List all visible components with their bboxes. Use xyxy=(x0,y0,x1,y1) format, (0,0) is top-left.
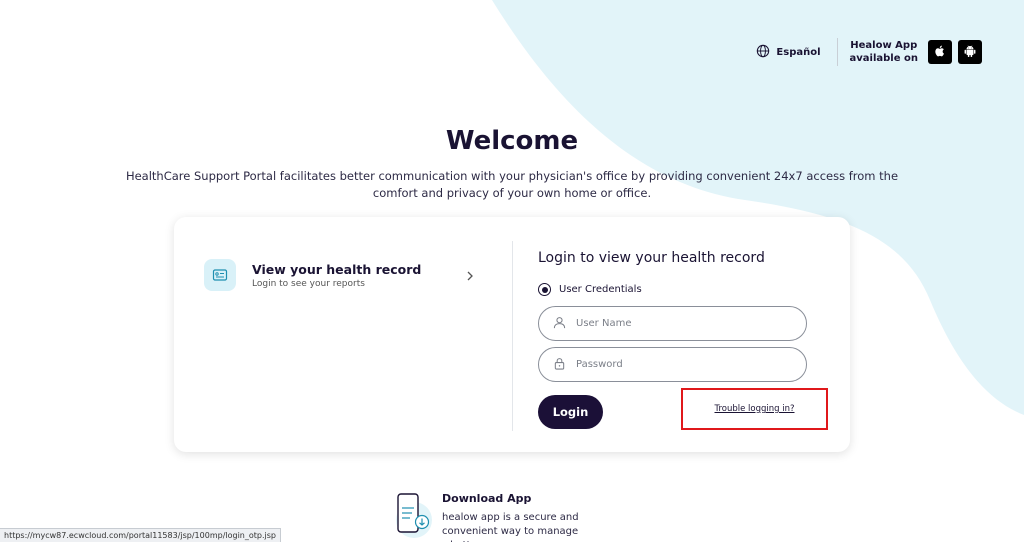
health-record-icon xyxy=(204,259,236,291)
language-label: Español xyxy=(776,46,821,58)
card-divider xyxy=(512,241,513,431)
android-icon xyxy=(963,43,977,62)
android-store-button[interactable] xyxy=(958,40,982,64)
language-switch[interactable]: Español xyxy=(756,38,838,66)
login-card: View your health record Login to see you… xyxy=(174,217,850,452)
intro-text: HealthCare Support Portal facilitates be… xyxy=(125,169,899,200)
download-app-section: Download App healow app is a secure and … xyxy=(388,492,612,542)
username-input[interactable] xyxy=(576,318,786,329)
app-line-1: Healow App xyxy=(850,40,918,51)
lock-icon xyxy=(553,355,566,374)
health-record-subtitle: Login to see your reports xyxy=(252,278,365,289)
radio-label: User Credentials xyxy=(559,284,642,295)
phone-download-icon xyxy=(388,492,434,542)
user-icon xyxy=(553,314,566,333)
header-utilities: Español Healow App available on xyxy=(756,38,982,66)
download-description: healow app is a secure and convenient wa… xyxy=(442,512,579,542)
apple-store-button[interactable] xyxy=(928,40,952,64)
health-record-title: View your health record xyxy=(252,261,422,277)
radio-selected-icon xyxy=(538,283,551,296)
download-title: Download App xyxy=(442,492,532,505)
password-field[interactable] xyxy=(538,347,807,382)
apple-icon xyxy=(933,43,947,62)
app-line-2: available on xyxy=(849,53,918,64)
username-field[interactable] xyxy=(538,306,807,341)
status-bar-url: https://mycw87.ecwcloud.com/portal11583/… xyxy=(0,528,281,542)
login-title: Login to view your health record xyxy=(538,250,765,266)
password-input[interactable] xyxy=(576,359,786,370)
globe-icon xyxy=(756,44,770,61)
user-credentials-radio[interactable]: User Credentials xyxy=(538,283,642,296)
chevron-right-icon xyxy=(464,267,476,281)
view-health-record-option[interactable]: View your health record Login to see you… xyxy=(204,257,476,293)
healow-app-label: Healow App available on xyxy=(850,39,918,65)
page-title: Welcome xyxy=(445,126,579,156)
trouble-highlight-box: Trouble logging in? xyxy=(681,388,828,430)
login-button[interactable]: Login xyxy=(538,395,603,429)
trouble-logging-in-link[interactable]: Trouble logging in? xyxy=(715,404,795,414)
